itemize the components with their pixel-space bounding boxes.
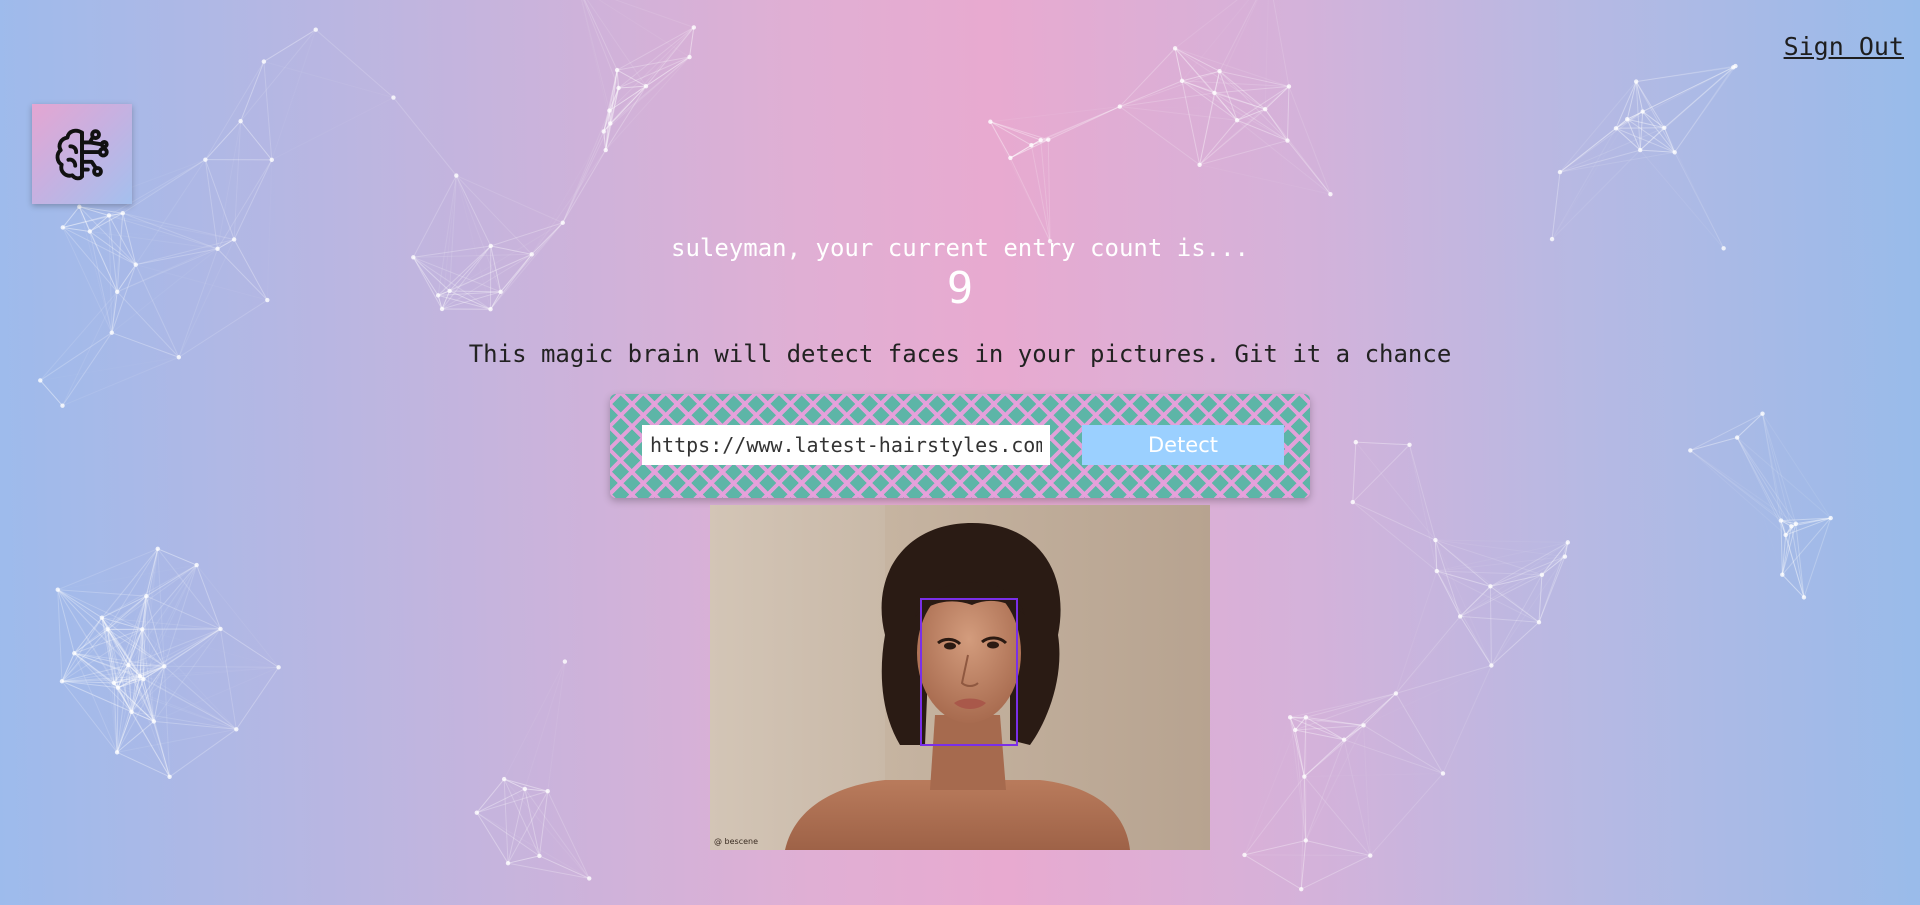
detect-button[interactable]: Detect (1082, 425, 1284, 465)
entry-count-value: 9 (946, 263, 974, 314)
image-url-form: Detect (610, 394, 1310, 498)
app-tagline: This magic brain will detect faces in yo… (468, 340, 1452, 368)
detection-result-image: @ bescene (710, 505, 1210, 850)
face-bounding-box (920, 598, 1018, 746)
sign-out-link[interactable]: Sign Out (1784, 32, 1904, 61)
photo-watermark: @ bescene (714, 837, 759, 846)
image-url-input[interactable] (642, 425, 1050, 465)
entry-count-greeting: suleyman, your current entry count is... (671, 234, 1249, 262)
brain-logo (32, 104, 132, 204)
brain-circuit-icon (55, 128, 109, 181)
